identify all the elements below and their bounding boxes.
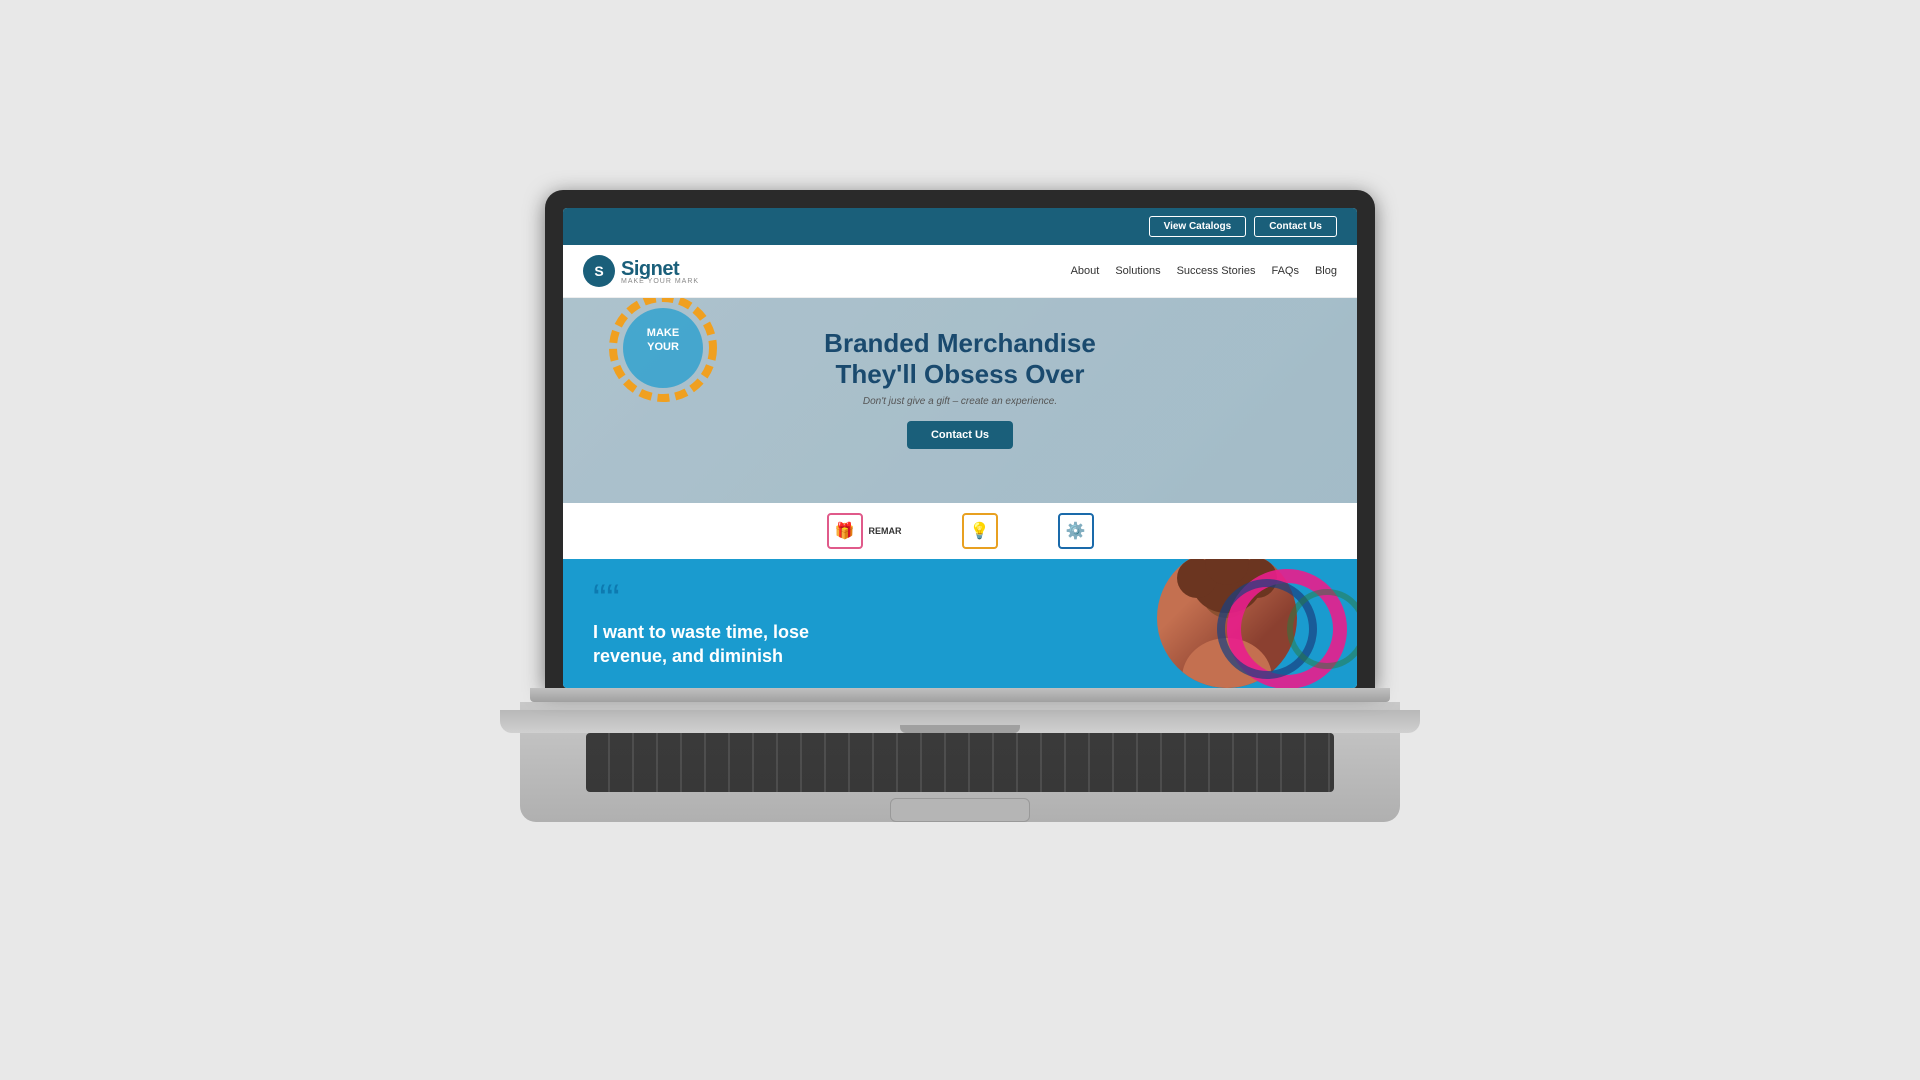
quote-marks: ““ <box>593 579 1107 619</box>
icon-item-2: 💡 <box>962 513 998 549</box>
gear-icon: ⚙️ <box>1066 521 1086 541</box>
brand-tagline: MAKE YOUR MARK <box>621 278 699 285</box>
navigation-bar: S Signet MAKE YOUR MARK About Solutions … <box>563 245 1357 298</box>
nav-solutions[interactable]: Solutions <box>1115 265 1160 277</box>
trackpad <box>890 798 1030 822</box>
bulb-icon: 💡 <box>970 521 990 541</box>
keyboard-keys <box>586 733 1334 792</box>
brand-name: Signet <box>621 258 679 280</box>
nav-links: About Solutions Success Stories FAQs Blo… <box>1071 265 1337 277</box>
hero-content: Branded Merchandise They'll Obsess Over … <box>824 328 1096 449</box>
svg-text:YOUR: YOUR <box>647 341 679 353</box>
laptop-base <box>500 710 1420 733</box>
gift-icon: 🎁 <box>835 521 855 541</box>
bulb-icon-box: 💡 <box>962 513 998 549</box>
hero-subtitle: Don't just give a gift – create an exper… <box>824 396 1096 407</box>
svg-text:MAKE: MAKE <box>647 327 679 339</box>
logo-icon: S <box>583 255 615 287</box>
gear-icon-box: ⚙️ <box>1058 513 1094 549</box>
testimonial-section: ““ I want to waste time, lose revenue, a… <box>563 559 1357 688</box>
screen-content: View Catalogs Contact Us S Signet MAKE Y… <box>563 208 1357 688</box>
laptop-keyboard-area <box>520 702 1400 822</box>
hero-section: MAKE YOUR Branded Merchandise They'll Ob… <box>563 298 1357 503</box>
icon-item-3: ⚙️ <box>1058 513 1094 549</box>
nav-faqs[interactable]: FAQs <box>1271 265 1299 277</box>
nav-success-stories[interactable]: Success Stories <box>1177 265 1256 277</box>
nav-about[interactable]: About <box>1071 265 1100 277</box>
circle-decoration: MAKE YOUR <box>603 298 723 408</box>
testimonial-text: I want to waste time, lose revenue, and … <box>593 621 1107 668</box>
icon-item-1: 🎁 REMAR <box>827 513 902 549</box>
website: View Catalogs Contact Us S Signet MAKE Y… <box>563 208 1357 688</box>
logo: S Signet MAKE YOUR MARK <box>583 255 699 287</box>
nav-blog[interactable]: Blog <box>1315 265 1337 277</box>
icons-row: 🎁 REMAR 💡 ⚙️ <box>563 503 1357 559</box>
laptop-mockup: View Catalogs Contact Us S Signet MAKE Y… <box>460 190 1460 890</box>
logo-letter: S <box>594 263 603 279</box>
top-bar: View Catalogs Contact Us <box>563 208 1357 245</box>
logo-text: Signet MAKE YOUR MARK <box>621 258 699 285</box>
icon-label-1: REMAR <box>869 526 902 536</box>
gift-icon-box: 🎁 <box>827 513 863 549</box>
view-catalogs-button[interactable]: View Catalogs <box>1149 216 1247 237</box>
brand-circles <box>1157 559 1357 688</box>
testimonial-text-area: ““ I want to waste time, lose revenue, a… <box>563 559 1137 688</box>
contact-us-top-button[interactable]: Contact Us <box>1254 216 1337 237</box>
hero-cta-button[interactable]: Contact Us <box>907 421 1013 449</box>
hero-title: Branded Merchandise They'll Obsess Over <box>824 328 1096 390</box>
laptop-hinge <box>530 688 1390 702</box>
laptop-screen: View Catalogs Contact Us S Signet MAKE Y… <box>545 190 1375 688</box>
